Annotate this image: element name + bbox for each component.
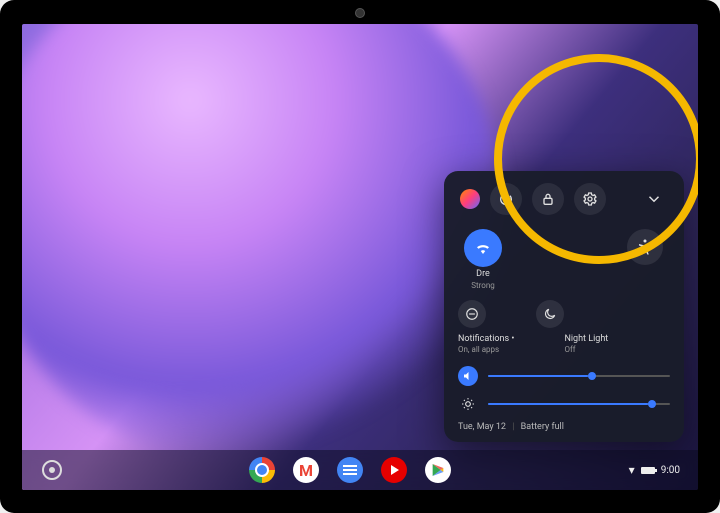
collapse-button[interactable] [638,183,670,215]
volume-icon [462,370,474,382]
gear-icon [582,191,598,207]
footer-date: Tue, May 12 [458,422,506,432]
do-not-disturb-icon [465,307,479,321]
play-triangle-icon [391,465,399,475]
volume-icon-button[interactable] [458,366,478,386]
wifi-icon-button[interactable] [464,229,502,267]
quick-settings-tile-row-2 [458,300,670,328]
notifications-tile-label[interactable]: Notifications • On, all apps [458,334,514,354]
accessibility-icon [636,238,654,256]
wallpaper [22,24,502,464]
notifications-label: Notifications • [458,334,514,344]
night-light-icon [543,307,557,321]
power-icon [498,191,514,207]
shelf-center: M [82,457,618,483]
accessibility-tile[interactable] [620,229,670,265]
night-light-tile-label[interactable]: Night Light Off [564,334,608,354]
chevron-down-icon [645,190,663,208]
settings-button[interactable] [574,183,606,215]
tablet-frame: Dre Strong N [0,0,720,513]
power-button[interactable] [490,183,522,215]
quick-settings-tile-row-1: Dre Strong [458,229,670,290]
youtube-app-icon[interactable] [381,457,407,483]
wifi-sublabel: Strong [471,281,494,290]
shelf: M ▾ 9:00 [22,450,698,490]
gmail-app-icon[interactable]: M [293,457,319,483]
quick-settings-footer: Tue, May 12 | Battery full [458,422,670,432]
wifi-icon [474,239,492,257]
shelf-left [22,460,82,480]
volume-slider-thumb[interactable] [588,372,596,380]
do-not-disturb-button[interactable] [458,300,486,328]
user-avatar[interactable] [460,189,480,209]
lock-button[interactable] [532,183,564,215]
night-light-label: Night Light [564,334,608,344]
brightness-slider-fill [488,403,648,405]
accessibility-button[interactable] [627,229,663,265]
tray-wifi-icon: ▾ [629,463,635,477]
volume-slider-row [458,366,670,386]
volume-slider[interactable] [488,375,670,377]
footer-separator: | [512,422,514,432]
volume-slider-fill [488,375,588,377]
system-tray[interactable]: ▾ 9:00 [618,463,698,477]
brightness-slider-row [458,394,670,414]
chrome-app-icon[interactable] [249,457,275,483]
footer-battery: Battery full [521,422,564,432]
quick-settings-top-row [458,183,670,215]
docs-lines-icon [343,469,357,471]
lock-icon [540,191,556,207]
screen: Dre Strong N [22,24,698,490]
play-store-icon [430,462,446,478]
brightness-icon-button[interactable] [458,394,478,414]
launcher-icon [49,467,55,473]
wifi-label: Dre [476,269,490,279]
night-light-sublabel: Off [564,345,608,354]
tray-time: 9:00 [661,465,680,476]
tray-battery-icon [641,467,655,474]
notifications-sublabel: On, all apps [458,345,514,354]
docs-app-icon[interactable] [337,457,363,483]
quick-settings-label-row: Notifications • On, all apps Night Light… [458,334,670,354]
front-camera [355,8,365,18]
launcher-button[interactable] [42,460,62,480]
brightness-slider-thumb[interactable] [648,400,656,408]
play-store-app-icon[interactable] [425,457,451,483]
brightness-slider[interactable] [488,403,670,405]
brightness-icon [461,397,475,411]
wifi-tile[interactable]: Dre Strong [458,229,508,290]
quick-settings-panel: Dre Strong N [444,171,684,442]
night-light-button[interactable] [536,300,564,328]
